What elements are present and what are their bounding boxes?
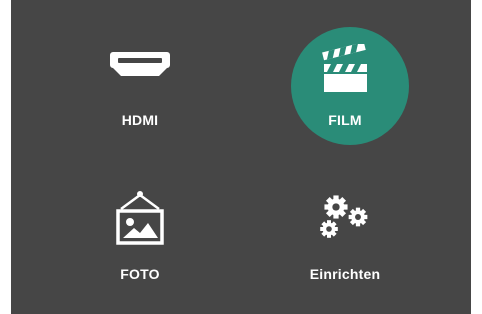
menu-item-hdmi[interactable]: HDMI [60,20,220,160]
menu-item-hdmi-label: HDMI [121,112,159,128]
menu-item-einrichten[interactable]: Einrichten [265,170,425,310]
menu-item-einrichten-label: Einrichten [309,266,381,282]
menu-item-film[interactable]: FILM [265,20,425,160]
menu-item-film-label: FILM [328,112,362,128]
photo-icon [114,190,166,251]
menu-item-foto[interactable]: FOTO [60,170,220,310]
clapperboard-icon [321,42,369,99]
menu-item-foto-label: FOTO [120,266,160,282]
gears-icon [317,192,373,247]
main-menu-screen: HDMI FILM FOTO Einrichten [11,0,471,314]
hdmi-icon [109,50,171,83]
